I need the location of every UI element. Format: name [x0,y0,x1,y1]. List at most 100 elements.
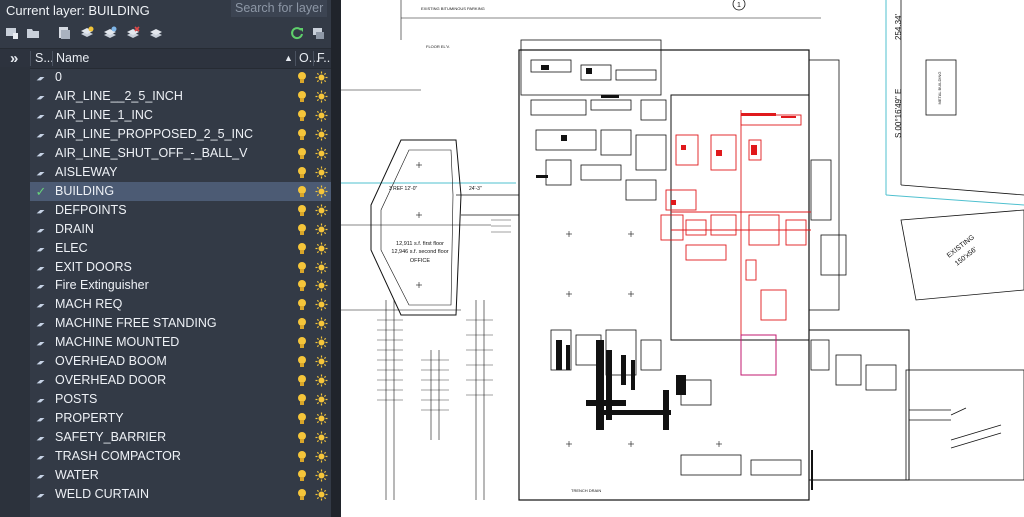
layer-row[interactable]: ▰ WELD CURTAIN [30,485,331,504]
layer-status-icon[interactable]: ▰ [31,413,51,425]
layer-row[interactable]: ▰ ELEC [30,239,331,258]
layer-row[interactable]: ▰ 0 [30,68,331,87]
layer-thawed-sun-icon[interactable] [315,204,328,217]
layer-row[interactable]: ▰ PROPERTY [30,409,331,428]
layer-on-lightbulb-icon[interactable] [297,279,307,292]
layer-status-icon[interactable]: ▰ [31,489,51,501]
layer-status-icon[interactable]: ▰ [31,375,51,387]
layer-status-icon[interactable]: ▰ [31,318,51,330]
layer-thawed-sun-icon[interactable] [315,431,328,444]
layer-states-icon[interactable] [57,26,71,40]
layer-row[interactable]: ▰ DRAIN [30,220,331,239]
layer-row[interactable]: ▰ DEFPOINTS [30,201,331,220]
layer-on-lightbulb-icon[interactable] [297,204,307,217]
layer-name[interactable]: MACHINE MOUNTED [55,333,179,352]
layer-thawed-sun-icon[interactable] [315,488,328,501]
refresh-icon[interactable] [290,26,304,40]
layer-status-icon[interactable]: ▰ [31,280,51,292]
layer-thawed-sun-icon[interactable] [315,185,328,198]
layer-name[interactable]: DEFPOINTS [55,201,127,220]
layer-name[interactable]: OVERHEAD BOOM [55,352,167,371]
layer-thawed-sun-icon[interactable] [315,109,328,122]
layer-status-icon[interactable]: ▰ [31,148,51,160]
layer-thawed-sun-icon[interactable] [315,223,328,236]
layer-name[interactable]: POSTS [55,390,97,409]
new-property-filter-icon[interactable] [5,26,19,40]
layer-on-lightbulb-icon[interactable] [297,298,307,311]
layer-name[interactable]: AIR_LINE_1_INC [55,106,153,125]
layer-thawed-sun-icon[interactable] [315,242,328,255]
layer-thawed-sun-icon[interactable] [315,469,328,482]
layer-on-lightbulb-icon[interactable] [297,469,307,482]
layer-status-icon[interactable]: ▰ [31,299,51,311]
layer-on-lightbulb-icon[interactable] [297,488,307,501]
panel-splitter[interactable] [331,0,341,517]
layer-thawed-sun-icon[interactable] [315,261,328,274]
layer-thawed-sun-icon[interactable] [315,355,328,368]
layer-row[interactable]: ▰ EXIT DOORS [30,258,331,277]
layer-status-icon[interactable]: ▰ [31,337,51,349]
layer-thawed-sun-icon[interactable] [315,128,328,141]
expand-panel-button[interactable]: » [10,49,18,68]
layer-name[interactable]: AIR_LINE_PROPPOSED_2_5_INC [55,125,253,144]
new-layer-icon[interactable] [80,26,94,40]
layer-name[interactable]: MACH REQ [55,295,122,314]
layer-on-lightbulb-icon[interactable] [297,242,307,255]
layer-thawed-sun-icon[interactable] [315,147,328,160]
layer-on-lightbulb-icon[interactable] [297,71,307,84]
layer-on-lightbulb-icon[interactable] [297,185,307,198]
layer-row[interactable]: ▰ MACHINE MOUNTED [30,333,331,352]
drawing-canvas[interactable]: 1 12,911 s.f. first floor 12,946 s.f. se… [341,0,1024,517]
layer-row[interactable]: ▰ OVERHEAD DOOR [30,371,331,390]
layer-on-lightbulb-icon[interactable] [297,90,307,103]
layer-thawed-sun-icon[interactable] [315,336,328,349]
layer-thawed-sun-icon[interactable] [315,317,328,330]
layer-name[interactable]: AIR_LINE__2_5_INCH [55,87,183,106]
layer-row[interactable]: ▰ OVERHEAD BOOM [30,352,331,371]
layer-on-lightbulb-icon[interactable] [297,128,307,141]
layer-thawed-sun-icon[interactable] [315,393,328,406]
search-layer-input[interactable]: Search for layer [231,0,327,17]
layer-status-icon[interactable]: ▰ [31,91,51,103]
layer-status-icon[interactable]: ▰ [31,356,51,368]
layer-row[interactable]: ▰ AIR_LINE__2_5_INCH [30,87,331,106]
layer-on-lightbulb-icon[interactable] [297,261,307,274]
layer-on-lightbulb-icon[interactable] [297,431,307,444]
layer-status-icon[interactable]: ▰ [31,394,51,406]
layer-name[interactable]: 0 [55,68,62,87]
layer-thawed-sun-icon[interactable] [315,412,328,425]
layer-name[interactable]: AISLEWAY [55,163,118,182]
layer-row[interactable]: ▰ MACHINE FREE STANDING [30,314,331,333]
layer-name[interactable]: MACHINE FREE STANDING [55,314,217,333]
layer-status-icon[interactable]: ▰ [31,432,51,444]
layer-on-lightbulb-icon[interactable] [297,374,307,387]
layer-status-icon[interactable]: ▰ [31,72,51,84]
layer-on-lightbulb-icon[interactable] [297,450,307,463]
layer-status-icon[interactable]: ▰ [31,224,51,236]
layer-row[interactable]: ▰ SAFETY_BARRIER [30,428,331,447]
layer-name[interactable]: PROPERTY [55,409,124,428]
layer-thawed-sun-icon[interactable] [315,374,328,387]
layer-status-icon[interactable]: ▰ [31,243,51,255]
layer-name[interactable]: BUILDING [55,182,114,201]
layer-on-lightbulb-icon[interactable] [297,223,307,236]
delete-layer-icon[interactable] [126,26,140,40]
layer-name[interactable]: AIR_LINE_SHUT_OFF_-_BALL_V [55,144,247,163]
layer-name[interactable]: SAFETY_BARRIER [55,428,166,447]
layer-status-icon[interactable]: ▰ [31,129,51,141]
layer-row[interactable]: ▰ AIR_LINE_SHUT_OFF_-_BALL_V [30,144,331,163]
layer-thawed-sun-icon[interactable] [315,90,328,103]
status-column-header[interactable]: S... [35,49,54,68]
layer-thawed-sun-icon[interactable] [315,71,328,84]
layer-on-lightbulb-icon[interactable] [297,109,307,122]
new-group-filter-icon[interactable] [26,26,40,40]
layer-name[interactable]: WATER [55,466,99,485]
layer-on-lightbulb-icon[interactable] [297,317,307,330]
layer-status-icon[interactable]: ▰ [31,262,51,274]
layer-row[interactable]: ▰ AISLEWAY [30,163,331,182]
layer-row[interactable]: ▰ AIR_LINE_1_INC [30,106,331,125]
layer-on-lightbulb-icon[interactable] [297,166,307,179]
layer-thawed-sun-icon[interactable] [315,298,328,311]
layer-thawed-sun-icon[interactable] [315,279,328,292]
name-column-header[interactable]: Name [56,49,89,68]
